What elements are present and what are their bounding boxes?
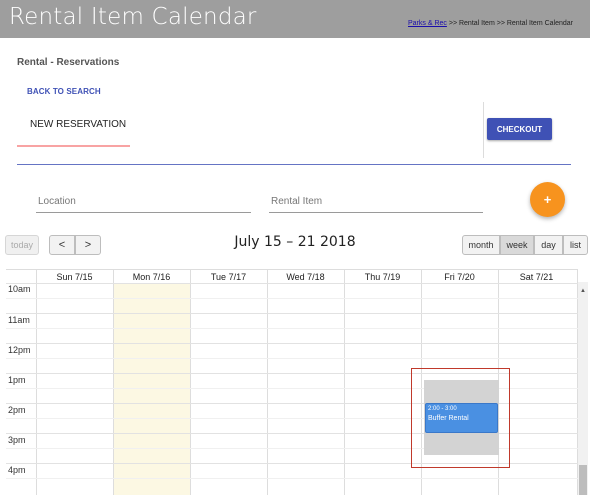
- tab-new-reservation[interactable]: NEW RESERVATION: [30, 119, 126, 130]
- breadcrumb-current: Rental Item Calendar: [506, 20, 574, 27]
- view-month-button[interactable]: month: [462, 235, 500, 255]
- app-header: Rental Item Calendar Parks & Rec >> Rent…: [0, 0, 590, 38]
- view-list-button[interactable]: list: [563, 235, 588, 255]
- time-label: 3pm: [8, 435, 26, 445]
- day-header: Sun 7/15: [56, 272, 93, 282]
- divider: [483, 102, 484, 158]
- location-field[interactable]: Location: [38, 196, 76, 207]
- time-label: 11am: [8, 315, 30, 325]
- day-header: Sat 7/21: [519, 272, 554, 282]
- day-header: Fri 7/20: [444, 272, 475, 282]
- time-label: 12pm: [8, 345, 31, 355]
- add-button[interactable]: +: [530, 182, 565, 217]
- breadcrumb-item-rental: Rental Item: [458, 20, 495, 27]
- view-day-button[interactable]: day: [534, 235, 563, 255]
- day-header: Mon 7/16: [132, 272, 171, 282]
- time-label: 10am: [8, 284, 31, 294]
- scrollbar-thumb[interactable]: [579, 465, 587, 495]
- day-header: Thu 7/19: [364, 272, 401, 282]
- divider: [17, 164, 571, 165]
- highlight-annotation: [411, 368, 510, 468]
- grid-scrollbar[interactable]: ▲: [578, 282, 588, 495]
- checkout-button[interactable]: CHECKOUT: [487, 118, 552, 140]
- scroll-up-arrow-icon[interactable]: ▲: [578, 288, 588, 294]
- page-title: Rental Item Calendar: [9, 4, 257, 30]
- rental-item-field[interactable]: Rental Item: [271, 196, 322, 207]
- section-title: Rental - Reservations: [17, 57, 120, 68]
- rental-item-field-underline: [269, 212, 483, 213]
- day-header: Wed 7/18: [286, 272, 325, 282]
- view-week-button[interactable]: week: [500, 235, 534, 255]
- time-label: 2pm: [8, 405, 26, 415]
- breadcrumb-separator: >>: [494, 20, 507, 27]
- breadcrumb-link-parks[interactable]: Parks & Rec: [408, 20, 447, 27]
- time-label: 4pm: [8, 465, 26, 475]
- back-to-search-link[interactable]: BACK TO SEARCH: [27, 87, 101, 96]
- breadcrumb: Parks & Rec >> Rental Item >> Rental Ite…: [408, 20, 573, 27]
- breadcrumb-separator: >>: [446, 20, 459, 27]
- time-label: 1pm: [8, 375, 26, 385]
- tab-indicator: [17, 145, 130, 147]
- location-field-underline: [36, 212, 251, 213]
- day-header: Tue 7/17: [210, 272, 247, 282]
